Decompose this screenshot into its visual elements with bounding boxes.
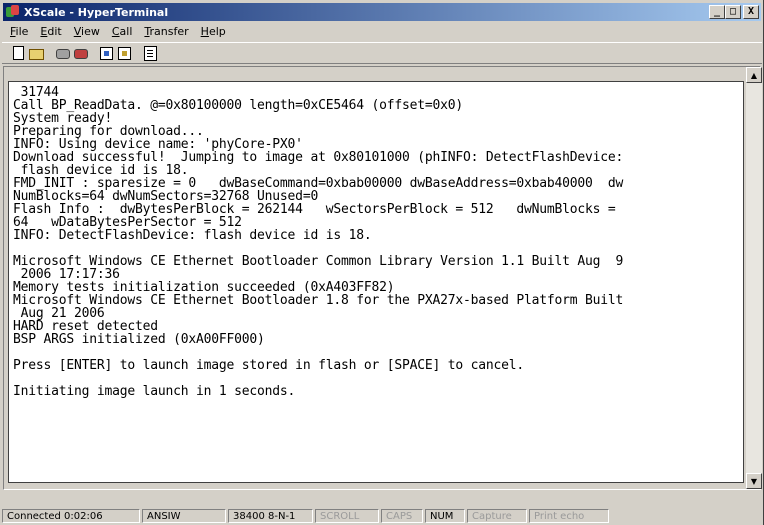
- menu-bar: File Edit View Call Transfer Help: [4, 22, 232, 40]
- terminal-output: 31744 Call BP_ReadData. @=0x80100000 leng…: [9, 82, 743, 398]
- disconnect-icon[interactable]: [72, 45, 89, 61]
- status-emulation: ANSIW: [142, 508, 226, 523]
- menu-transfer-rest: ransfer: [149, 24, 189, 38]
- status-connected: Connected 0:02:06: [2, 508, 140, 523]
- menu-transfer[interactable]: Transfer: [138, 25, 194, 38]
- menu-call[interactable]: Call: [106, 25, 139, 38]
- terminal-line: Microsoft Windows CE Ethernet Bootloader…: [13, 254, 624, 269]
- toolbar: [2, 42, 762, 64]
- terminal-line: BSP ARGS initialized (0xA00FF000): [13, 332, 265, 347]
- menu-edit[interactable]: Edit: [34, 25, 67, 38]
- hyperterminal-window: XScale - HyperTerminal _ □ X File Edit V…: [0, 0, 764, 525]
- menu-edit-rest: dit: [47, 24, 62, 38]
- window-title: XScale - HyperTerminal: [24, 5, 169, 19]
- menu-help-rest: elp: [208, 24, 226, 38]
- maximize-button[interactable]: □: [725, 5, 741, 19]
- status-scroll: SCROLL: [315, 508, 379, 523]
- menu-file[interactable]: File: [4, 25, 34, 38]
- title-bar[interactable]: XScale - HyperTerminal _ □ X: [3, 3, 761, 21]
- menu-help[interactable]: Help: [195, 25, 232, 38]
- menu-view[interactable]: View: [68, 25, 106, 38]
- status-capture: Capture: [467, 508, 527, 523]
- terminal-screen[interactable]: 31744 Call BP_ReadData. @=0x80100000 leng…: [8, 81, 744, 483]
- new-connection-icon[interactable]: [10, 45, 27, 61]
- open-icon[interactable]: [28, 45, 45, 61]
- scroll-up-button[interactable]: ▲: [746, 67, 762, 83]
- terminal-line: Microsoft Windows CE Ethernet Bootloader…: [13, 293, 624, 308]
- menu-file-rest: ile: [15, 24, 29, 38]
- connect-icon[interactable]: [54, 45, 71, 61]
- terminal-line: Initiating image launch in 1 seconds.: [13, 384, 296, 399]
- properties-icon[interactable]: [142, 45, 159, 61]
- status-num: NUM: [425, 508, 465, 523]
- minimize-button[interactable]: _: [709, 5, 725, 19]
- terminal-frame: 31744 Call BP_ReadData. @=0x80100000 leng…: [3, 66, 762, 490]
- status-caps: CAPS: [381, 508, 423, 523]
- send-file-icon[interactable]: [98, 45, 115, 61]
- vertical-scrollbar[interactable]: ▲ ▼: [746, 67, 762, 489]
- terminal-line: Press [ENTER] to launch image stored in …: [13, 358, 524, 373]
- close-button[interactable]: X: [743, 5, 759, 19]
- terminal-line: Call BP_ReadData. @=0x80100000 length=0x…: [13, 98, 463, 113]
- status-print-echo: Print echo: [529, 508, 609, 523]
- caption-buttons: _ □ X: [709, 5, 759, 19]
- terminal-line: INFO: DetectFlashDevice: flash device id…: [13, 228, 372, 243]
- status-bar: Connected 0:02:06 ANSIW 38400 8-N-1 SCRO…: [2, 507, 762, 524]
- menu-call-rest: all: [119, 24, 133, 38]
- hyperterminal-app-icon[interactable]: [6, 5, 20, 19]
- status-port-settings: 38400 8-N-1: [228, 508, 313, 523]
- scroll-down-button[interactable]: ▼: [746, 473, 762, 489]
- receive-file-icon[interactable]: [116, 45, 133, 61]
- menu-view-rest: iew: [81, 24, 100, 38]
